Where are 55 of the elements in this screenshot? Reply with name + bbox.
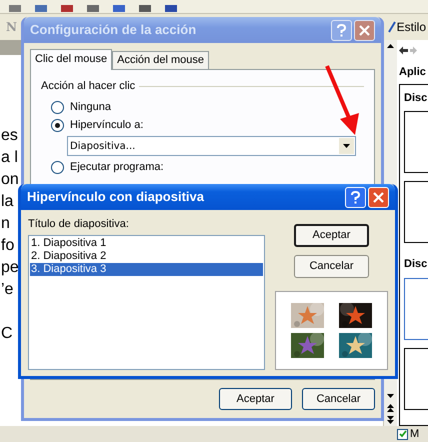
layout-thumbnail[interactable] (404, 348, 428, 410)
slide-list-item[interactable]: 2. Diapositiva 2 (30, 250, 263, 262)
style-icon (388, 21, 396, 33)
section-heading: Disc (404, 90, 428, 106)
slide-text: es (1, 126, 18, 146)
back-icon[interactable] (399, 46, 408, 54)
toolbar-icon[interactable] (138, 5, 152, 13)
slide-text: on (1, 170, 19, 190)
hyperlink-dropdown[interactable]: Diapositiva... (67, 136, 356, 156)
slide-text: n (1, 214, 10, 234)
slide-text: a l (1, 148, 18, 168)
previous-slide-icon[interactable] (384, 402, 397, 414)
slide-text: fo (1, 236, 14, 256)
dialog-button[interactable]: Aceptar (219, 388, 292, 410)
slide-list-item[interactable]: 1. Diapositiva 1 (30, 236, 263, 250)
radio-button[interactable] (51, 119, 64, 132)
slide-text: pe (1, 258, 19, 278)
slide-list-item[interactable]: 3. Diapositiva 3 (30, 262, 263, 276)
toolbar-icon[interactable] (8, 5, 22, 13)
help-icon (351, 190, 360, 204)
slide-text: la (1, 192, 14, 212)
layout-thumbnail[interactable] (404, 181, 428, 243)
toolbar-icon[interactable] (60, 5, 74, 13)
radio-button[interactable] (51, 101, 64, 114)
radio-button[interactable] (51, 161, 64, 174)
slide-text: C (1, 324, 13, 344)
toolbar-icon[interactable] (164, 5, 178, 13)
dialog-button[interactable]: Aceptar (294, 224, 369, 247)
section-heading: Disc (404, 257, 428, 272)
dialog-button[interactable]: Cancelar (294, 255, 369, 278)
toolbar-icon[interactable] (86, 5, 100, 13)
layout-thumbnail[interactable] (404, 278, 428, 340)
checkbox[interactable] (397, 428, 408, 440)
tab[interactable]: Acción del mouse (112, 51, 209, 69)
close-button[interactable] (354, 20, 375, 40)
radio-label: Hipervínculo a: (70, 119, 144, 132)
toolbar-icon[interactable] (112, 5, 126, 13)
radio-label: Ejecutar programa: (70, 161, 164, 174)
list-label: Título de diapositiva: (28, 217, 130, 232)
dialog-button[interactable]: Cancelar (302, 388, 375, 410)
task-pane-title: Aplic (399, 65, 427, 80)
layout-thumbnail[interactable] (404, 111, 428, 173)
tab[interactable]: Clic del mouse (30, 49, 112, 70)
checkbox-label: M (410, 426, 420, 442)
style-button[interactable]: Estilo (396, 18, 426, 36)
help-icon (337, 24, 346, 36)
window-title: Configuración de la acción (30, 21, 196, 40)
group-label: Acción al hacer clic (41, 80, 136, 93)
slide-list[interactable]: 1. Diapositiva 1 2. Diapositiva 2 3. Diapositiva 3 (28, 234, 265, 370)
toolbar-icon[interactable] (34, 5, 48, 13)
radio-label: Ninguna (70, 101, 111, 114)
slide-text: ’e (1, 280, 14, 300)
window-title: Hipervínculo con diapositiva (27, 188, 204, 206)
close-icon (373, 192, 384, 202)
close-icon (359, 24, 370, 36)
